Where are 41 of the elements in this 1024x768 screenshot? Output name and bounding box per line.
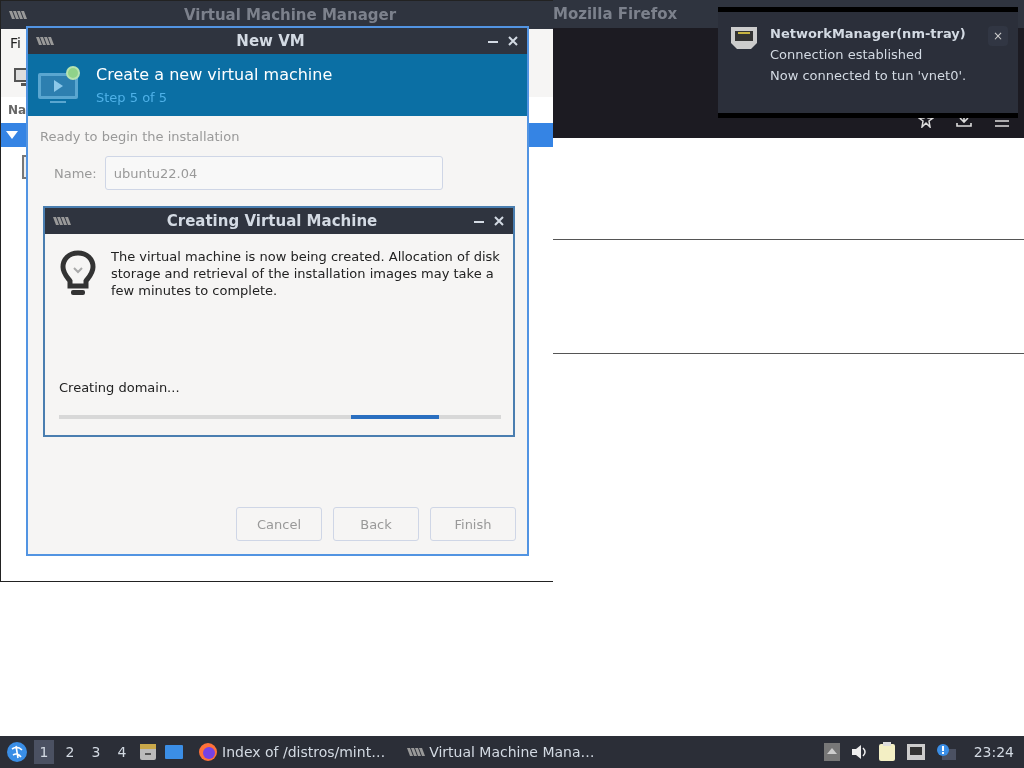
- workspace-button[interactable]: 2: [60, 740, 80, 764]
- taskbar-task[interactable]: Index of /distros/mint…: [190, 737, 394, 767]
- globe-icon: [198, 742, 218, 762]
- workspace-button[interactable]: 3: [86, 740, 106, 764]
- column-header: Na: [8, 103, 27, 117]
- clock: 23:24: [973, 744, 1014, 760]
- dialog-message: The virtual machine is now being created. Allocation of disk storage and retrieval of the installation images may take a few minutes to complete.: [111, 248, 501, 300]
- notification-summary: Connection established: [770, 47, 924, 62]
- notification-title: NetworkManager(nm-tray): [770, 26, 967, 41]
- notification-body: Now connected to tun 'vnet0'.: [770, 68, 968, 83]
- app-logo-icon: [9, 9, 27, 21]
- close-icon[interactable]: [493, 215, 505, 227]
- file-cabinet-icon[interactable]: [138, 742, 158, 762]
- volume-icon[interactable]: [849, 744, 868, 760]
- network-icon[interactable]: [905, 743, 926, 761]
- status-label: Creating domain...: [59, 380, 181, 395]
- ethernet-port-icon: [730, 26, 758, 50]
- workspace-button[interactable]: 1: [34, 740, 54, 764]
- clipboard-icon[interactable]: [877, 742, 896, 762]
- wizard-heading: Create a new virtual machine: [96, 65, 333, 84]
- window-icon[interactable]: [164, 743, 184, 761]
- monitor-play-icon: [36, 65, 82, 105]
- field-label: Name:: [54, 165, 97, 181]
- close-button[interactable]: ×: [988, 26, 1008, 46]
- step-label: Step 5 of 5: [96, 90, 169, 105]
- start-menu-icon[interactable]: [6, 741, 28, 763]
- window-title: New VM: [235, 32, 306, 50]
- window-title: Creating Virtual Machine: [165, 212, 379, 230]
- app-logo-icon: [407, 746, 426, 758]
- window-title: Mozilla Firefox: [553, 5, 679, 23]
- app-logo-icon: [53, 215, 71, 227]
- workspace-button[interactable]: 4: [112, 740, 132, 764]
- section-label: Ready to begin the installation: [40, 129, 240, 144]
- window-title: Virtual Machine Manager: [182, 6, 398, 24]
- close-icon[interactable]: [507, 35, 519, 47]
- taskbar-task[interactable]: Virtual Machine Mana…: [399, 737, 603, 767]
- scroll-up-icon[interactable]: [823, 743, 840, 761]
- info-icon[interactable]: [935, 743, 956, 761]
- menu-item[interactable]: Fi: [10, 35, 21, 51]
- app-logo-icon: [36, 35, 54, 47]
- expander-icon[interactable]: [6, 131, 18, 139]
